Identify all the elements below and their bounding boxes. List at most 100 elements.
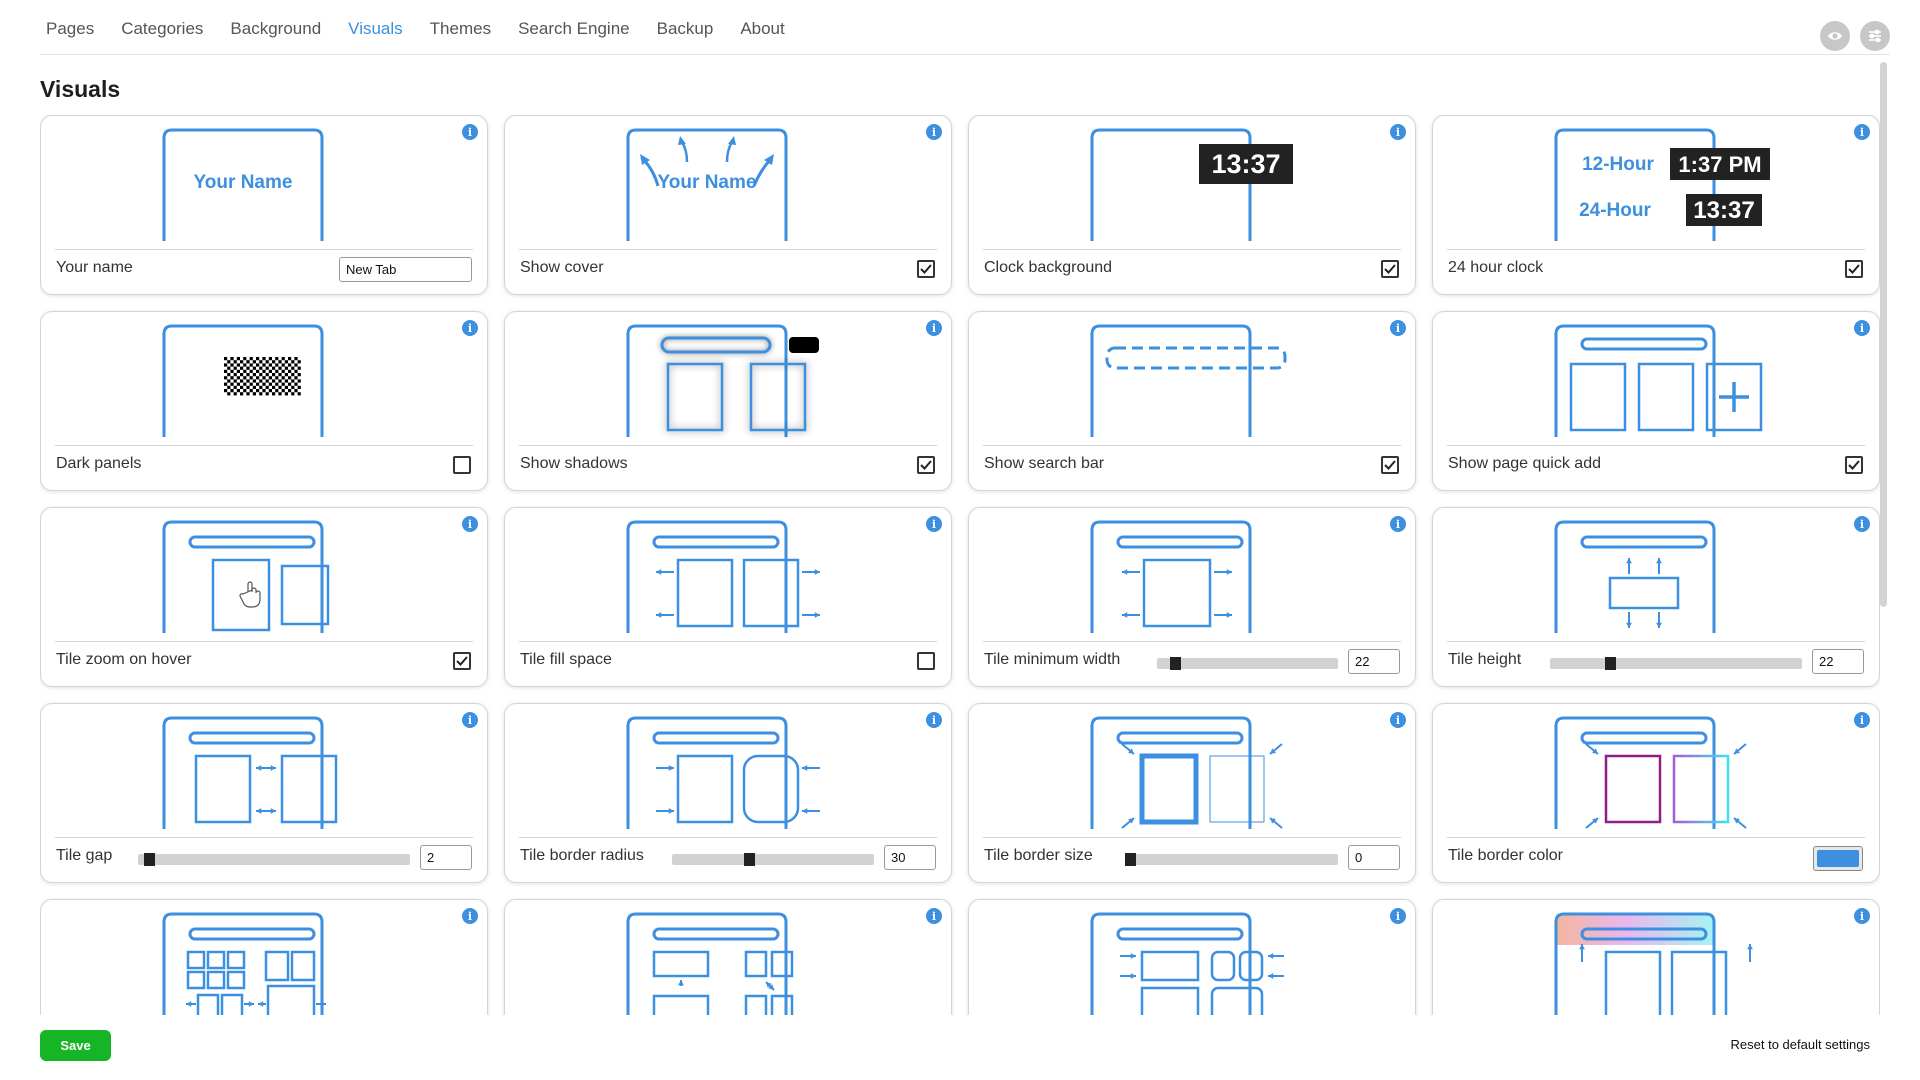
tile-minimum-width-slider-thumb[interactable] [1170, 657, 1182, 670]
show-page-quick-add-illustration-svg [1554, 324, 1763, 437]
svg-text:13:37: 13:37 [1211, 149, 1280, 179]
tile-zoom-on-hover-checkbox[interactable] [453, 652, 471, 670]
scrollbar[interactable] [1880, 62, 1887, 607]
card-divider [1447, 837, 1865, 838]
svg-text:Your Name: Your Name [194, 172, 293, 193]
tab-backup[interactable]: Backup [657, 19, 714, 39]
setting-card-tile-minimum-width: i Tile minimum width [968, 507, 1416, 687]
tile-border-color-color-picker[interactable] [1813, 846, 1863, 871]
tile-height-slider[interactable] [1550, 657, 1802, 670]
tab-search-engine[interactable]: Search Engine [518, 19, 630, 39]
info-icon[interactable]: i [1854, 712, 1870, 728]
tile-border-size-slider-thumb[interactable] [1125, 853, 1137, 866]
info-icon[interactable]: i [1390, 124, 1406, 140]
info-icon[interactable]: i [1390, 516, 1406, 532]
info-icon[interactable]: i [926, 124, 942, 140]
svg-text:12-Hour: 12-Hour [1582, 154, 1654, 175]
setting-card-header-gradient: i [1432, 899, 1880, 1015]
dark-panels-illustration-svg [162, 324, 324, 437]
checkmark-icon [456, 656, 468, 666]
info-icon[interactable]: i [1390, 908, 1406, 924]
show-search-bar-checkbox[interactable] [1381, 456, 1399, 474]
dark-panels-checkbox[interactable] [453, 456, 471, 474]
info-icon[interactable]: i [462, 124, 478, 140]
sliders-icon[interactable] [1860, 21, 1890, 51]
card-divider [55, 249, 473, 250]
info-icon[interactable]: i [1390, 712, 1406, 728]
clock-background-checkbox[interactable] [1381, 260, 1399, 278]
tile-minimum-width-number-input[interactable] [1348, 649, 1400, 674]
tile-border-radius-number-input[interactable] [884, 845, 936, 870]
info-icon[interactable]: i [1854, 124, 1870, 140]
setting-card-tile-fill-space: i Tile fill space [504, 507, 952, 687]
tile-gap-number-input[interactable] [420, 845, 472, 870]
card-divider [1447, 249, 1865, 250]
tile-border-radius-slider[interactable] [672, 853, 874, 866]
setting-card-your-name: Your Name i Your name [40, 115, 488, 295]
tab-categories[interactable]: Categories [121, 19, 203, 39]
show-cover-checkbox[interactable] [917, 260, 935, 278]
show-page-quick-add-checkbox[interactable] [1845, 456, 1863, 474]
info-icon[interactable]: i [462, 712, 478, 728]
dark-panels-label: Dark panels [56, 455, 142, 472]
tile-border-size-illustration-svg [1090, 716, 1283, 829]
tile-border-size-slider[interactable] [1125, 853, 1338, 866]
tile-minimum-width-illustration-svg [1090, 520, 1252, 633]
tile-border-radius-illustration-svg [626, 716, 820, 829]
info-icon[interactable]: i [1854, 908, 1870, 924]
tile-height-number-input[interactable] [1812, 649, 1864, 674]
info-icon[interactable]: i [926, 516, 942, 532]
info-icon[interactable]: i [926, 908, 942, 924]
reset-to-default-link[interactable]: Reset to default settings [1731, 1037, 1870, 1052]
info-icon[interactable]: i [1854, 320, 1870, 336]
show-page-quick-add-label: Show page quick add [1448, 455, 1601, 472]
tab-about[interactable]: About [740, 19, 784, 39]
show-shadows-illustration-svg [626, 324, 819, 437]
nav-tabs: Pages Categories Background Visuals Them… [46, 19, 812, 39]
svg-text:1:37 PM: 1:37 PM [1678, 152, 1761, 177]
info-icon[interactable]: i [926, 320, 942, 336]
info-icon[interactable]: i [1854, 516, 1870, 532]
tile-gap-slider[interactable] [138, 853, 410, 866]
setting-card-tile-layout-mixed: i [504, 899, 952, 1015]
info-icon[interactable]: i [926, 712, 942, 728]
setting-card-show-cover: Your Name i Show cover [504, 115, 952, 295]
tile-layout-mixed-illustration-svg [626, 912, 794, 1015]
24-hour-clock-illustration-svg: 12-Hour 1:37 PM 24-Hour 13:37 [1554, 128, 1770, 241]
checkmark-icon [920, 460, 932, 470]
info-icon[interactable]: i [462, 320, 478, 336]
tile-border-radius-slider-thumb[interactable] [743, 853, 755, 866]
info-icon[interactable]: i [462, 908, 478, 924]
eye-icon[interactable] [1820, 21, 1850, 51]
info-icon[interactable]: i [462, 516, 478, 532]
show-shadows-illustration [505, 312, 951, 444]
tile-height-illustration [1433, 508, 1879, 640]
tile-fill-space-checkbox[interactable] [917, 652, 935, 670]
tab-visuals[interactable]: Visuals [348, 19, 403, 39]
settings-scroll-area: Your Name i Your name Your Name i Show cover 1… [40, 115, 1880, 1015]
info-icon[interactable]: i [1390, 320, 1406, 336]
tab-background[interactable]: Background [230, 19, 321, 39]
card-divider [55, 837, 473, 838]
show-shadows-checkbox[interactable] [917, 456, 935, 474]
tile-gap-slider-thumb[interactable] [143, 853, 155, 866]
setting-card-show-search-bar: i Show search bar [968, 311, 1416, 491]
checkmark-icon [1848, 460, 1860, 470]
tile-layout-mixed-illustration [505, 900, 951, 1015]
24-hour-clock-checkbox[interactable] [1845, 260, 1863, 278]
show-search-bar-label: Show search bar [984, 455, 1105, 472]
tile-height-slider-thumb[interactable] [1605, 657, 1617, 670]
tab-themes[interactable]: Themes [430, 19, 491, 39]
save-button[interactable]: Save [40, 1030, 111, 1061]
tile-border-size-number-input[interactable] [1348, 845, 1400, 870]
tile-minimum-width-slider[interactable] [1157, 657, 1338, 670]
tab-pages[interactable]: Pages [46, 19, 94, 39]
tile-fill-space-illustration [505, 508, 951, 640]
card-divider [983, 641, 1401, 642]
clock-background-label: Clock background [984, 259, 1113, 276]
tile-gap-illustration-svg [162, 716, 338, 829]
tile-height-illustration-svg [1554, 520, 1716, 633]
dark-panels-illustration [41, 312, 487, 444]
your-name-input[interactable] [339, 257, 472, 282]
setting-card-tile-zoom-on-hover: i Tile zoom on hover [40, 507, 488, 687]
